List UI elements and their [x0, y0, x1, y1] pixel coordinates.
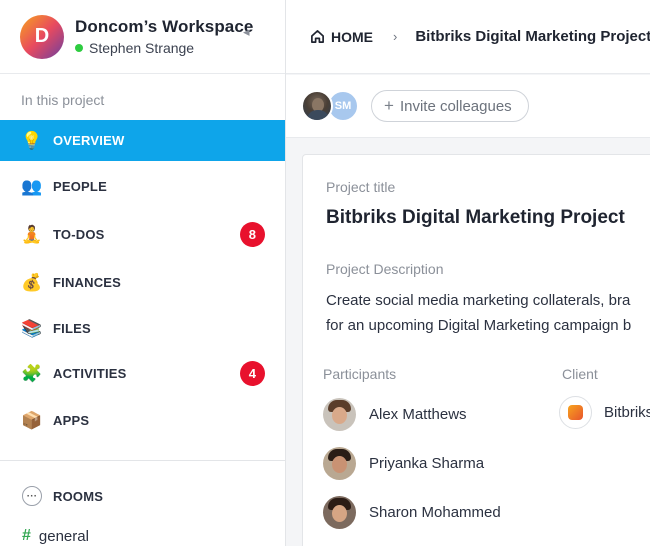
sidebar-item-files[interactable]: 📚 FILES [0, 308, 285, 349]
sidebar-item-label: OVERVIEW [53, 133, 125, 148]
workspace-logo: D [20, 14, 64, 59]
breadcrumb-home[interactable]: HOME [310, 29, 373, 45]
section-label: In this project [21, 92, 105, 108]
client-item[interactable]: Bitbriks [559, 396, 650, 429]
money-bag-icon: 💰 [21, 272, 43, 292]
current-user-name: Stephen Strange [89, 40, 195, 56]
sidebar-item-label: ACTIVITIES [53, 366, 127, 381]
sidebar-item-activities[interactable]: 🧩 ACTIVITIES 4 [0, 353, 285, 394]
package-icon: 📦 [21, 410, 43, 430]
participants-label: Participants [323, 366, 397, 382]
plus-icon: + [384, 96, 394, 115]
channel-general[interactable]: # general [22, 527, 89, 545]
client-name: Bitbriks [604, 404, 650, 421]
participant-name: Sharon Mohammed [369, 504, 501, 521]
sidebar-item-label: APPS [53, 413, 90, 428]
sidebar-divider [0, 460, 285, 461]
lightbulb-icon: 💡 [21, 130, 43, 150]
sidebar: D Doncom’s Workspace Stephen Strange ◂ I… [0, 0, 286, 546]
breadcrumb-current: Bitbriks Digital Marketing Project [415, 28, 650, 45]
sidebar-item-label: PEOPLE [53, 179, 107, 194]
sidebar-item-apps[interactable]: 📦 APPS [0, 400, 285, 441]
current-user: Stephen Strange [75, 40, 253, 56]
project-overview-card: Project title Bitbriks Digital Marketing… [302, 154, 650, 546]
avatar [323, 447, 356, 480]
members-bar: SM + Invite colleagues [286, 75, 650, 138]
workspace-switch-icon[interactable]: ◂ [243, 24, 250, 40]
sidebar-item-people[interactable]: 👥 PEOPLE [0, 166, 285, 207]
participant-name: Alex Matthews [369, 406, 467, 423]
books-icon: 📚 [21, 318, 43, 338]
avatar [323, 496, 356, 529]
sidebar-item-finances[interactable]: 💰 FINANCES [0, 262, 285, 303]
client-logo-icon [559, 396, 592, 429]
avatar [323, 398, 356, 431]
participant-name: Priyanka Sharma [369, 455, 485, 472]
chevron-right-icon: › [393, 29, 398, 44]
puzzle-icon: 🧩 [21, 363, 43, 383]
sidebar-item-overview[interactable]: 💡 OVERVIEW [0, 120, 285, 161]
sidebar-item-label: FILES [53, 321, 91, 336]
description-line: for an upcoming Digital Marketing campai… [326, 317, 632, 334]
client-label: Client [562, 366, 598, 382]
home-icon [310, 29, 325, 44]
rooms-header[interactable]: ··· ROOMS [22, 486, 103, 506]
sidebar-item-label: FINANCES [53, 275, 122, 290]
online-status-icon [75, 44, 83, 52]
todos-count-badge: 8 [240, 222, 265, 247]
project-description[interactable]: Create social media marketing collateral… [326, 288, 650, 338]
participant-item[interactable]: Sharon Mohammed [323, 496, 501, 529]
project-description-label: Project Description [326, 261, 444, 277]
workspace-name: Doncom’s Workspace [75, 17, 254, 36]
activities-count-badge: 4 [240, 361, 265, 386]
project-title[interactable]: Bitbriks Digital Marketing Project [326, 207, 625, 229]
channel-label: general [38, 527, 89, 545]
invite-label: Invite colleagues [399, 97, 512, 115]
breadcrumb-home-label: HOME [331, 28, 373, 45]
hash-icon: # [22, 527, 31, 544]
meditation-icon: 🧘 [21, 224, 43, 244]
participant-item[interactable]: Priyanka Sharma [323, 447, 484, 480]
speech-bubble-icon: ··· [22, 486, 42, 506]
breadcrumb: HOME › Bitbriks Digital Marketing Projec… [286, 0, 650, 74]
sidebar-item-label: TO-DOS [53, 227, 105, 242]
workspace-info: Doncom’s Workspace Stephen Strange [75, 17, 253, 56]
rooms-label: ROOMS [53, 488, 104, 504]
project-title-label: Project title [326, 179, 396, 195]
sidebar-item-todos[interactable]: 🧘 TO-DOS 8 [0, 214, 285, 255]
avatar[interactable] [301, 90, 333, 122]
invite-colleagues-button[interactable]: + Invite colleagues [371, 90, 529, 122]
participant-item[interactable]: Alex Matthews [323, 398, 467, 431]
people-icon: 👥 [21, 176, 43, 196]
description-line: Create social media marketing collateral… [326, 292, 631, 309]
